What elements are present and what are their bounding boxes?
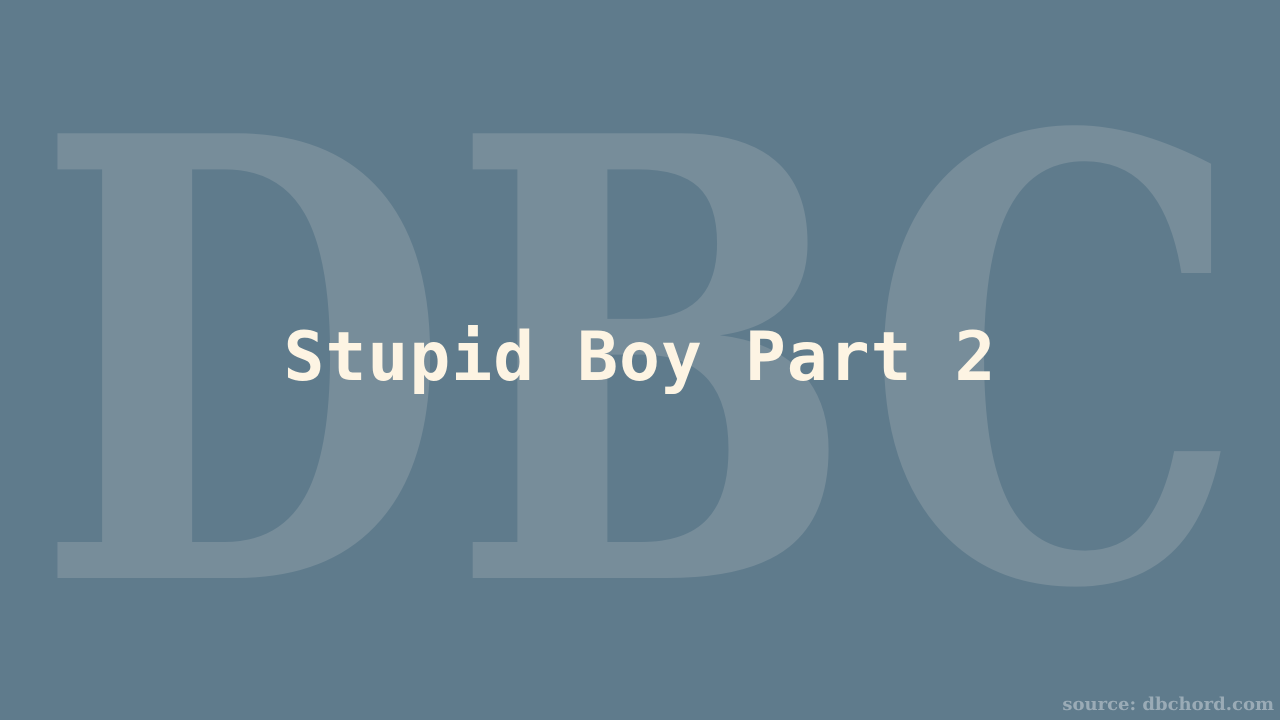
slide-frame: DBC Stupid Boy Part 2 source: dbchord.co… [0, 0, 1280, 720]
source-credit: source: dbchord.com [1062, 694, 1274, 715]
song-title: Stupid Boy Part 2 [283, 318, 997, 397]
